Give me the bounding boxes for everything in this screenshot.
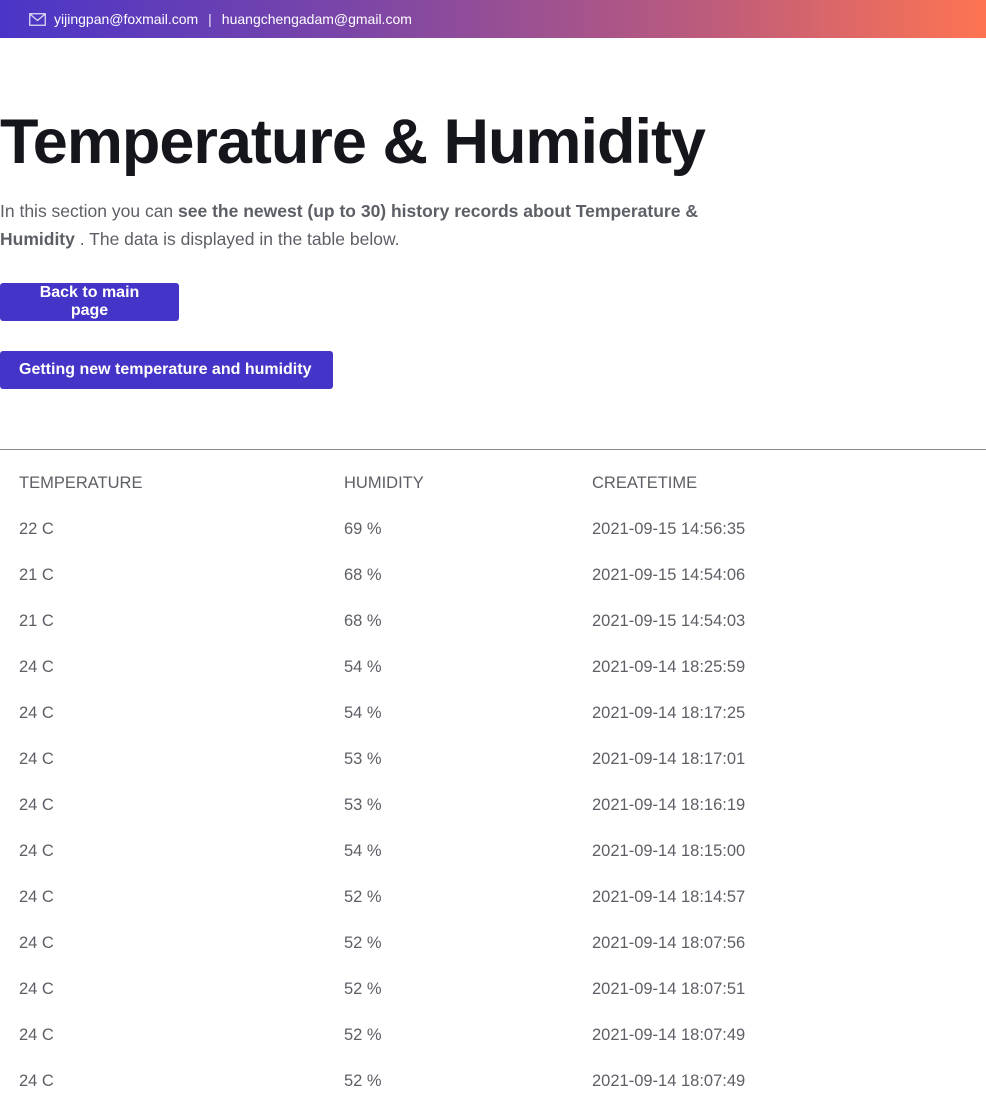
humidity-cell: 52 % xyxy=(344,1072,382,1090)
createtime-cell: 2021-09-15 14:54:03 xyxy=(592,612,746,630)
humidity-cell: 54 % xyxy=(344,704,382,722)
table-row: 24 C 52 % 2021-09-14 18:07:49 xyxy=(0,1058,986,1104)
contact-bar: yijingpan@foxmail.com | huangchengadam@g… xyxy=(0,0,986,38)
get-new-reading-button[interactable]: Getting new temperature and humidity xyxy=(0,351,333,389)
column-header-createtime: CREATETIME xyxy=(592,474,698,492)
createtime-cell: 2021-09-14 18:07:49 xyxy=(592,1026,746,1044)
temperature-cell: 24 C xyxy=(19,934,54,952)
table-row: 24 C 54 % 2021-09-14 18:25:59 xyxy=(0,644,986,690)
humidity-cell: 52 % xyxy=(344,980,382,998)
back-to-main-button[interactable]: Back to main page xyxy=(0,283,179,321)
createtime-cell: 2021-09-14 18:07:49 xyxy=(592,1072,746,1090)
humidity-cell: 69 % xyxy=(344,520,382,538)
table-row: 24 C 53 % 2021-09-14 18:17:01 xyxy=(0,736,986,782)
humidity-cell: 52 % xyxy=(344,934,382,952)
humidity-cell: 68 % xyxy=(344,566,382,584)
humidity-cell: 53 % xyxy=(344,796,382,814)
column-header-temperature: TEMPERATURE xyxy=(19,474,143,492)
mail-icon xyxy=(29,12,46,26)
email-link-primary[interactable]: yijingpan@foxmail.com xyxy=(54,11,198,27)
temperature-cell: 24 C xyxy=(19,980,54,998)
createtime-cell: 2021-09-14 18:17:25 xyxy=(592,704,746,722)
intro-tail: . The data is displayed in the table bel… xyxy=(74,229,400,249)
email-link-secondary[interactable]: huangchengadam@gmail.com xyxy=(222,11,412,27)
table-divider xyxy=(0,449,986,450)
createtime-cell: 2021-09-15 14:56:35 xyxy=(592,520,746,538)
table-row: 24 C 52 % 2021-09-14 18:07:49 xyxy=(0,1012,986,1058)
table-row: 24 C 52 % 2021-09-14 18:07:51 xyxy=(0,966,986,1012)
humidity-cell: 54 % xyxy=(344,842,382,860)
createtime-cell: 2021-09-14 18:07:51 xyxy=(592,980,746,998)
temperature-cell: 24 C xyxy=(19,1072,54,1090)
temperature-cell: 24 C xyxy=(19,842,54,860)
createtime-cell: 2021-09-14 18:15:00 xyxy=(592,842,746,860)
humidity-cell: 53 % xyxy=(344,750,382,768)
table-row: 21 C 68 % 2021-09-15 14:54:06 xyxy=(0,552,986,598)
createtime-cell: 2021-09-14 18:07:56 xyxy=(592,934,746,952)
column-header-humidity: HUMIDITY xyxy=(344,474,424,492)
email-separator: | xyxy=(208,11,212,27)
temperature-cell: 24 C xyxy=(19,658,54,676)
temperature-cell: 24 C xyxy=(19,750,54,768)
createtime-cell: 2021-09-14 18:14:57 xyxy=(592,888,746,906)
table-row: 24 C 53 % 2021-09-14 18:16:19 xyxy=(0,782,986,828)
temperature-cell: 21 C xyxy=(19,566,54,584)
temperature-cell: 24 C xyxy=(19,888,54,906)
temperature-cell: 24 C xyxy=(19,704,54,722)
temperature-cell: 24 C xyxy=(19,796,54,814)
table-row: 24 C 54 % 2021-09-14 18:15:00 xyxy=(0,828,986,874)
temperature-cell: 22 C xyxy=(19,520,54,538)
createtime-cell: 2021-09-14 18:17:01 xyxy=(592,750,746,768)
table-row: 21 C 68 % 2021-09-15 14:54:03 xyxy=(0,598,986,644)
table-row: 22 C 69 % 2021-09-15 14:56:35 xyxy=(0,506,986,552)
createtime-cell: 2021-09-14 18:25:59 xyxy=(592,658,746,676)
createtime-cell: 2021-09-14 18:16:19 xyxy=(592,796,746,814)
temperature-cell: 21 C xyxy=(19,612,54,630)
table-row: 24 C 54 % 2021-09-14 18:17:25 xyxy=(0,690,986,736)
table-row: 24 C 52 % 2021-09-14 18:07:56 xyxy=(0,920,986,966)
table-header-row: TEMPERATURE HUMIDITY CREATETIME xyxy=(0,460,986,506)
intro-text: In this section you can see the newest (… xyxy=(0,197,760,253)
humidity-cell: 52 % xyxy=(344,888,382,906)
humidity-cell: 54 % xyxy=(344,658,382,676)
humidity-cell: 52 % xyxy=(344,1026,382,1044)
temperature-cell: 24 C xyxy=(19,1026,54,1044)
intro-lead: In this section you can xyxy=(0,201,179,221)
page-title: Temperature & Humidity xyxy=(0,107,706,177)
history-table: TEMPERATURE HUMIDITY CREATETIME 22 C 69 %… xyxy=(0,460,986,1104)
table-row: 24 C 52 % 2021-09-14 18:14:57 xyxy=(0,874,986,920)
humidity-cell: 68 % xyxy=(344,612,382,630)
createtime-cell: 2021-09-15 14:54:06 xyxy=(592,566,746,584)
